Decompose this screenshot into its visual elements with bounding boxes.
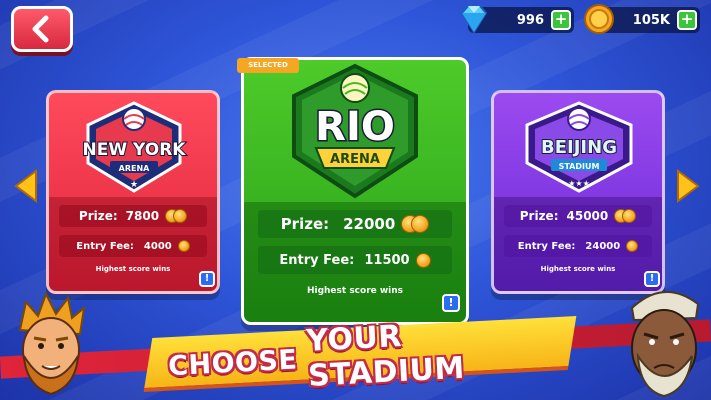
gems-counter: 996 + — [460, 5, 574, 34]
arena-card-new-york[interactable]: NEW YORK ARENA ★ Prize: 7800 Entry Fee: … — [46, 90, 220, 294]
svg-text:★: ★ — [130, 180, 138, 190]
rio-fee-label: Entry Fee: — [279, 252, 355, 268]
coin-stack-icon — [165, 209, 188, 223]
beijing-info-panel: Prize: 45000 Entry Fee: 24000 Highest sc… — [494, 197, 662, 291]
rio-prize-row: Prize: 22000 — [258, 210, 452, 238]
arena-card-beijing[interactable]: BEIJING STADIUM ★★★ Prize: 45000 Entry F… — [491, 90, 665, 294]
new-york-fee-row: Entry Fee: 4000 — [59, 235, 207, 257]
coins-counter: 105K + — [584, 4, 700, 34]
rio-arena-logo: RIO ARENA — [292, 63, 418, 199]
beijing-note: Highest score wins — [540, 265, 616, 273]
player-avatar-left — [18, 291, 86, 396]
rio-fee-row: Entry Fee: 11500 — [258, 246, 452, 274]
selected-badge: SELECTED — [237, 58, 299, 73]
coin-icon — [626, 240, 639, 252]
rio-logo-subtitle: ARENA — [330, 152, 380, 167]
new-york-prize-label: Prize: — [78, 209, 118, 223]
beijing-fee-value: 24000 — [585, 240, 621, 252]
beijing-stadium-logo: BEIJING STADIUM ★★★ — [525, 101, 633, 193]
beijing-fee-label: Entry Fee: — [517, 240, 576, 252]
beijing-prize-value: 45000 — [566, 209, 609, 223]
coin-icon — [177, 240, 190, 252]
new-york-note: Highest score wins — [95, 265, 171, 273]
new-york-fee-label: Entry Fee: — [76, 240, 134, 252]
coins-value: 105K — [632, 12, 670, 28]
rio-prize-label: Prize: — [280, 215, 330, 233]
rio-note: Highest score wins — [306, 286, 404, 296]
new-york-prize-row: Prize: 7800 — [59, 205, 207, 227]
new-york-fee-value: 4000 — [143, 240, 172, 252]
beijing-logo-title: BEIJING — [541, 137, 617, 158]
back-button[interactable] — [11, 6, 73, 52]
banner-word-choose: CHOOSE — [167, 343, 299, 382]
rio-info-panel: Prize: 22000 Entry Fee: 11500 Highest sc… — [244, 202, 466, 322]
player-avatar-right — [630, 290, 700, 398]
coin-stack-icon — [401, 215, 430, 233]
coin-icon — [584, 4, 614, 34]
banner-word-your-stadium: YOUR STADIUM — [305, 318, 466, 394]
left-arrow-icon[interactable] — [12, 168, 40, 204]
svg-text:★★★: ★★★ — [568, 179, 590, 188]
beijing-prize-row: Prize: 45000 — [504, 205, 652, 227]
new-york-prize-value: 7800 — [125, 209, 160, 223]
back-arrow-icon — [32, 15, 49, 43]
coin-icon — [415, 252, 431, 268]
beijing-prize-label: Prize: — [519, 209, 559, 223]
gems-value: 996 — [516, 12, 544, 28]
arena-card-rio[interactable]: RIO ARENA Prize: 22000 Entry Fee: 11500 … — [241, 57, 469, 325]
new-york-info-button[interactable]: ! — [199, 271, 215, 287]
rio-info-button[interactable]: ! — [442, 294, 460, 312]
beijing-fee-row: Entry Fee: 24000 — [504, 235, 652, 257]
add-gems-button[interactable]: + — [551, 10, 571, 30]
coin-stack-icon — [614, 209, 637, 223]
new-york-arena-logo: NEW YORK ARENA ★ — [82, 101, 187, 193]
diamond-icon — [460, 5, 488, 34]
rio-logo-title: RIO — [315, 104, 395, 150]
rio-fee-value: 11500 — [364, 252, 410, 268]
new-york-info-panel: Prize: 7800 Entry Fee: 4000 Highest scor… — [49, 197, 217, 291]
new-york-logo-subtitle: ARENA — [119, 164, 151, 173]
new-york-logo-title: NEW YORK — [83, 140, 187, 160]
beijing-logo-subtitle: STADIUM — [559, 162, 600, 171]
right-arrow-icon[interactable] — [674, 168, 702, 204]
add-coins-button[interactable]: + — [677, 10, 697, 30]
rio-prize-value: 22000 — [343, 215, 396, 233]
